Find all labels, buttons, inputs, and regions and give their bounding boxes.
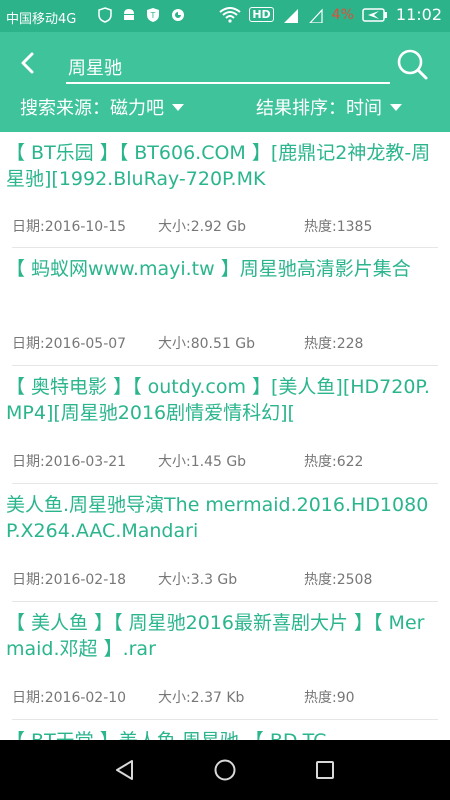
- caret-down-icon: [390, 103, 402, 111]
- result-date: 日期:2016-10-15: [12, 219, 127, 235]
- shield-notify-icon: [98, 7, 112, 23]
- result-item[interactable]: 【 BT乐园 】【 BT606.COM 】[鹿鼎记2神龙教-周星驰][1992.…: [0, 132, 450, 248]
- result-size: 大小:2.37 Kb: [158, 690, 245, 706]
- system-icons: HD 4% 11:02: [219, 5, 442, 24]
- nav-back-button[interactable]: [109, 754, 141, 786]
- sort-order-dropdown[interactable]: 结果排序：时间: [256, 92, 402, 122]
- wifi-icon: [219, 6, 241, 23]
- search-field[interactable]: [66, 54, 394, 84]
- nav-home-button[interactable]: [209, 754, 241, 786]
- result-size: 大小:80.51 Gb: [158, 336, 255, 352]
- result-item[interactable]: 【 美人鱼 】【 周星驰2016最新喜剧大片 】【 Mermaid.邓超 】.r…: [0, 602, 450, 720]
- arrow-left-icon: [21, 52, 34, 74]
- square-recent-icon: [316, 761, 334, 779]
- result-heat: 热度:228: [304, 336, 364, 352]
- carrier-label: 中国移动4G: [6, 12, 77, 27]
- result-size: 大小:2.92 Gb: [158, 219, 247, 235]
- nav-recent-button[interactable]: [309, 754, 341, 786]
- android-notify-icon: [124, 9, 134, 20]
- result-title: 【 蚂蚁网www.mayi.tw 】周星驰高清影片集合: [6, 258, 411, 280]
- clock: 11:02: [395, 5, 442, 24]
- result-heat: 热度:622: [304, 454, 364, 470]
- result-heat: 热度:1385: [304, 219, 373, 235]
- result-item[interactable]: 【 蚂蚁网www.mayi.tw 】周星驰高清影片集合 日期:2016-05-0…: [0, 248, 450, 366]
- result-title: 【 奥特电影 】【 outdy.com 】[美人鱼][HD720P.MP4][周…: [6, 376, 430, 424]
- magnifier-icon: [397, 49, 428, 80]
- results-list: 【 BT乐园 】【 BT606.COM 】[鹿鼎记2神龙教-周星驰][1992.…: [0, 132, 450, 740]
- triangle-back-icon: [116, 760, 133, 780]
- result-size: 大小:1.45 Gb: [158, 454, 247, 470]
- result-date: 日期:2016-03-21: [12, 454, 127, 470]
- result-title: 美人鱼.周星驰导演The mermaid.2016.HD1080P.X264.A…: [6, 494, 429, 542]
- result-title: 【 美人鱼 】【 周星驰2016最新喜剧大片 】【 Mermaid.邓超 】.r…: [6, 612, 425, 660]
- battery-low-icon: [362, 7, 387, 22]
- signal-4g-icon: [283, 8, 298, 23]
- result-item[interactable]: 【 BT天堂 】美人鱼 周星驰 【 BD-TC: [0, 720, 450, 740]
- search-input[interactable]: [66, 54, 394, 80]
- battery-percent: 4%: [331, 6, 354, 23]
- signal-none-icon: [308, 7, 323, 23]
- result-size: 大小:3.3 Gb: [158, 572, 238, 588]
- search-button[interactable]: [392, 44, 432, 84]
- result-title: 【 BT天堂 】美人鱼 周星驰 【 BD-TC: [6, 728, 442, 740]
- result-date: 日期:2016-05-07: [12, 336, 127, 352]
- result-item[interactable]: 美人鱼.周星驰导演The mermaid.2016.HD1080P.X264.A…: [0, 484, 450, 602]
- result-item[interactable]: 【 奥特电影 】【 outdy.com 】[美人鱼][HD720P.MP4][周…: [0, 366, 450, 484]
- circle-home-icon: [214, 759, 236, 781]
- caret-down-icon: [172, 103, 184, 111]
- search-header: 搜索来源：磁力吧 结果排序：时间: [0, 32, 450, 132]
- security-notify-icon: T: [147, 8, 159, 22]
- app-notify-icon: [172, 9, 184, 21]
- system-nav-bar: [0, 740, 450, 800]
- result-date: 日期:2016-02-18: [12, 572, 127, 588]
- result-title: 【 BT乐园 】【 BT606.COM 】[鹿鼎记2神龙教-周星驰][1992.…: [6, 142, 431, 190]
- result-heat: 热度:90: [304, 690, 355, 706]
- sort-order-label: 结果排序：时间: [256, 98, 382, 119]
- source-filter-label: 搜索来源：磁力吧: [20, 98, 164, 119]
- result-heat: 热度:2508: [304, 572, 373, 588]
- svg-text:T: T: [150, 11, 156, 20]
- source-filter-dropdown[interactable]: 搜索来源：磁力吧: [20, 92, 184, 122]
- back-button[interactable]: [10, 46, 44, 80]
- result-date: 日期:2016-02-10: [12, 690, 127, 706]
- notification-icons: T: [98, 7, 186, 23]
- hd-badge: HD: [249, 7, 274, 22]
- status-bar: 中国移动4G T HD 4% 11:02: [0, 0, 450, 32]
